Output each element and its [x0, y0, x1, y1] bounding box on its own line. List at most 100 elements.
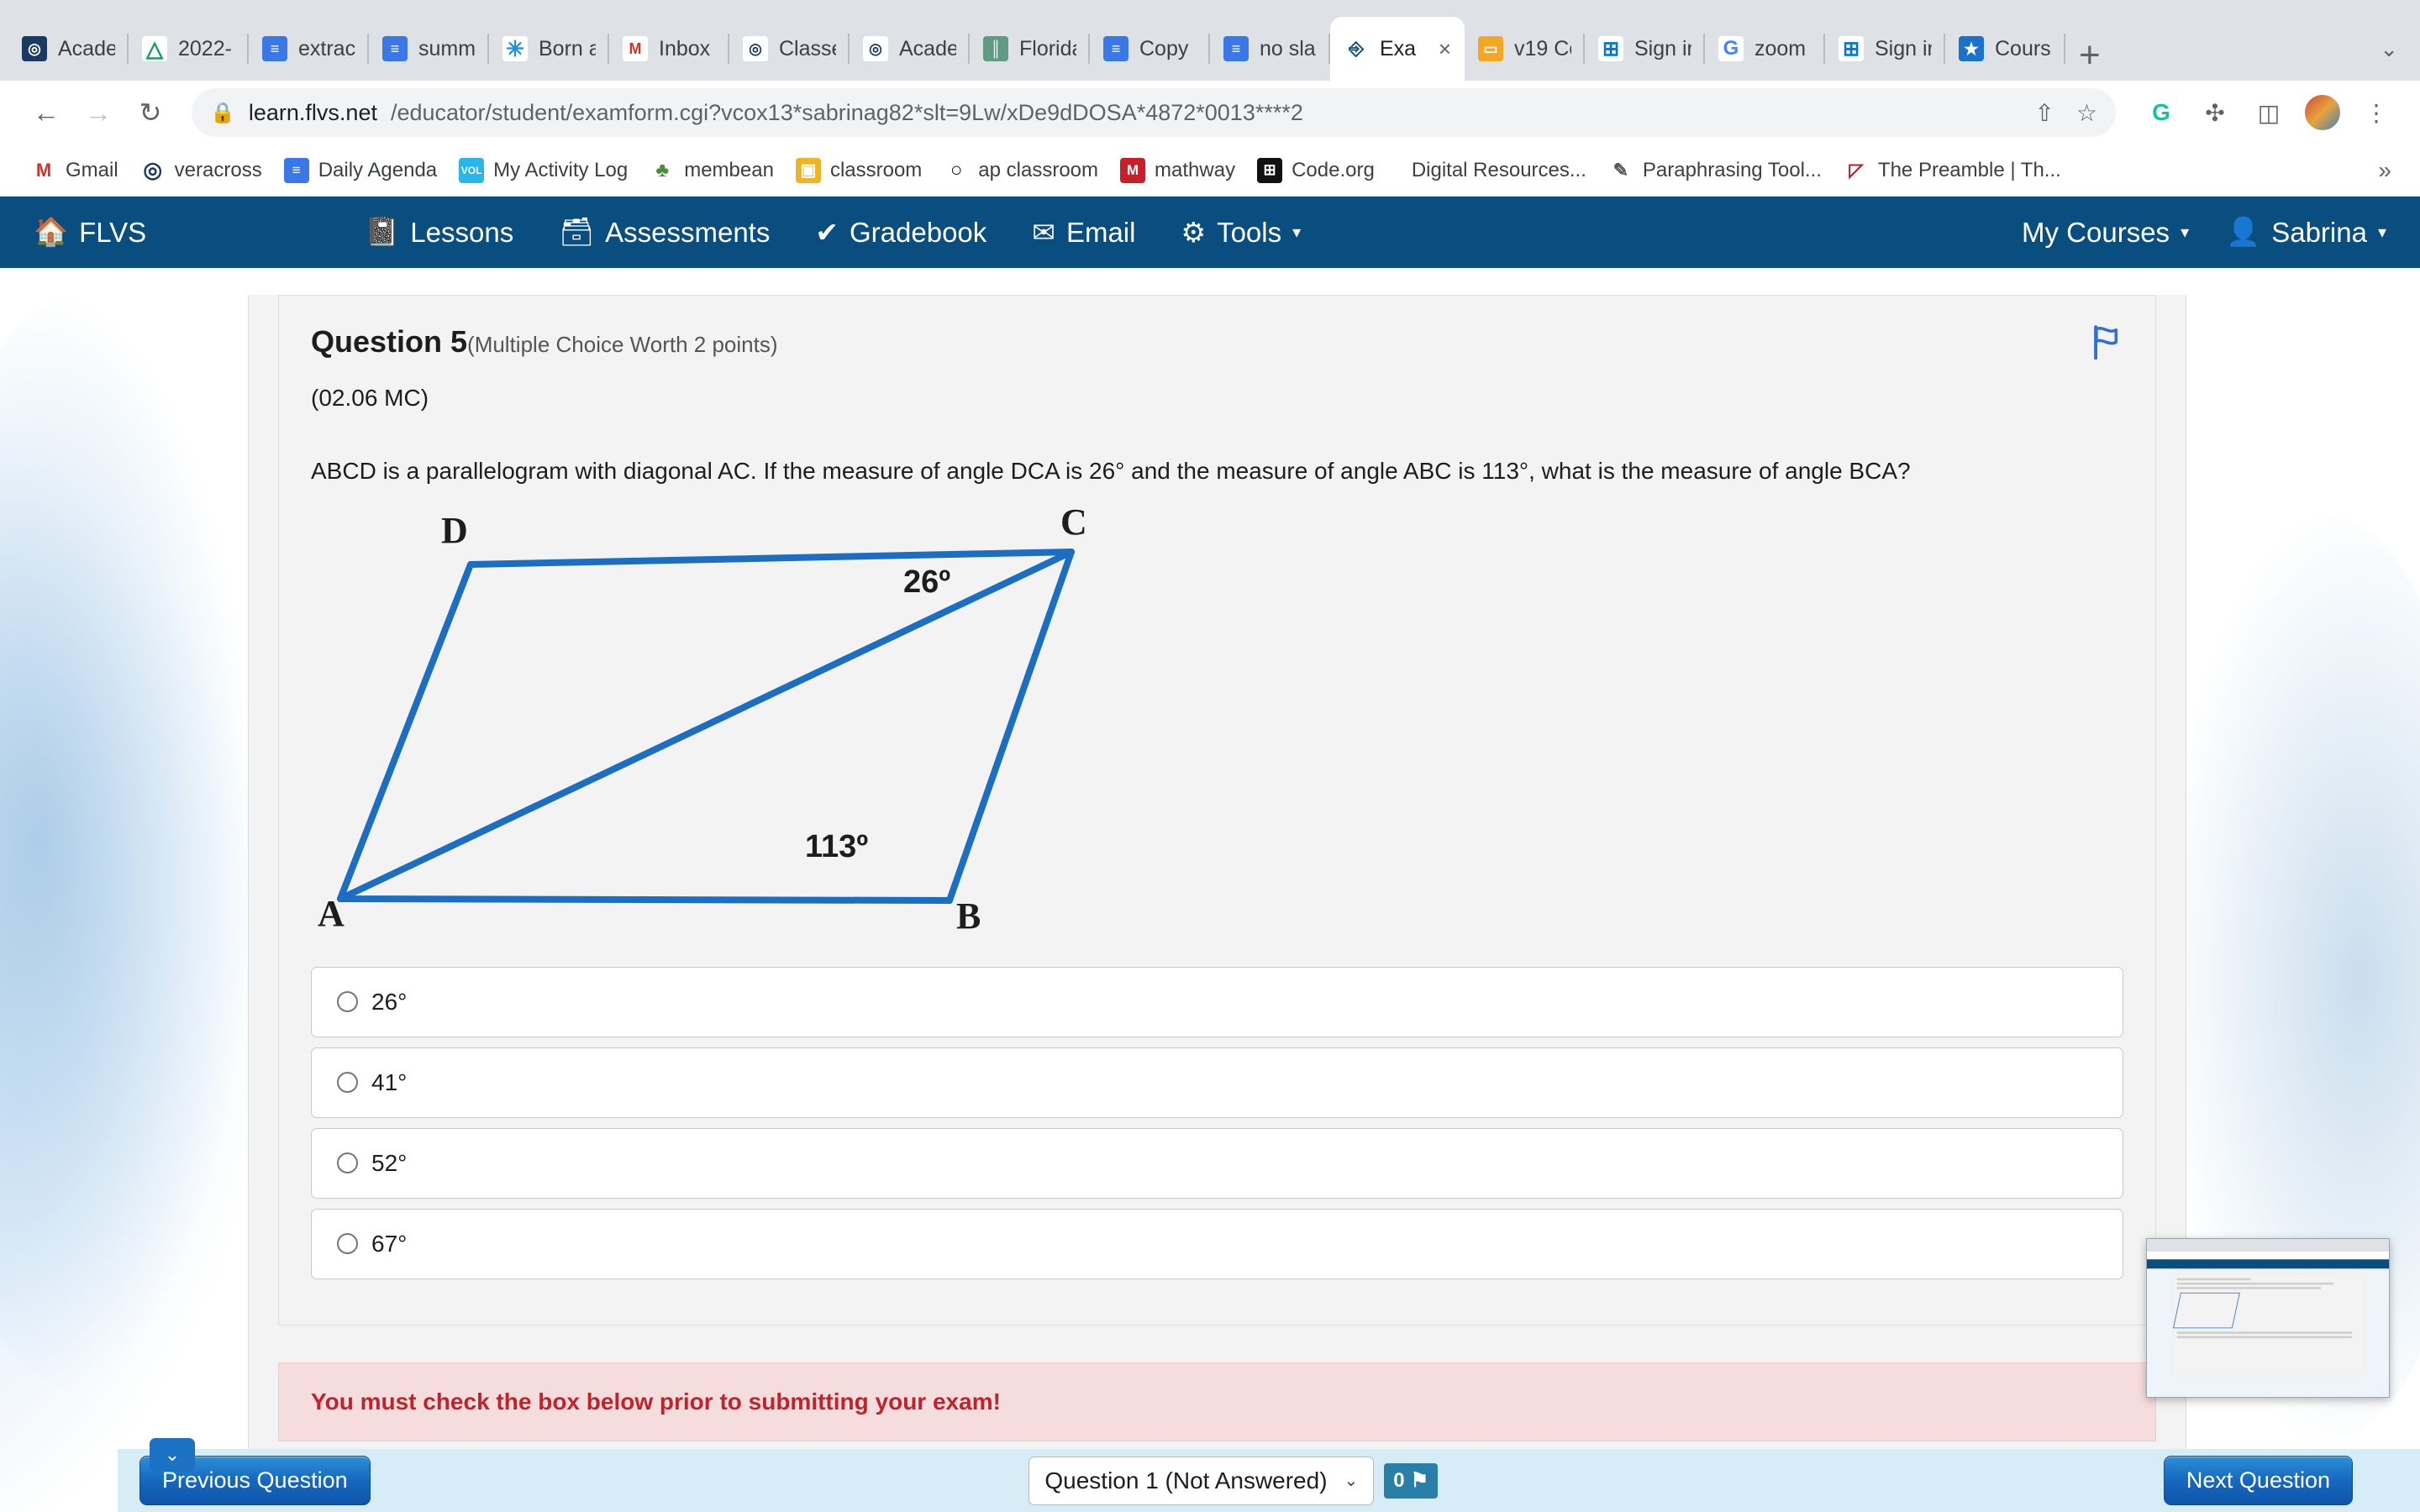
next-question-button[interactable]: Next Question: [2163, 1456, 2353, 1505]
question-select[interactable]: Question 1 (Not Answered) ⌄: [1028, 1456, 1375, 1505]
tab-label: zoom: [1754, 36, 1807, 60]
tab-label: no slai: [1260, 36, 1317, 60]
extensions-icon[interactable]: ✣: [2191, 89, 2238, 136]
radio-button[interactable]: [337, 1233, 358, 1255]
bookmark-item[interactable]: ≡ Daily Agenda: [273, 152, 448, 189]
picture-in-picture-thumbnail[interactable]: [2146, 1238, 2390, 1398]
preamble-icon: ◸: [1843, 157, 1869, 183]
forward-button[interactable]: →: [72, 87, 124, 139]
new-tab-button[interactable]: +: [2079, 37, 2101, 74]
nav-label: Lessons: [410, 216, 514, 248]
tab-label: Sign in: [1875, 36, 1932, 60]
option-label: 52°: [371, 1149, 408, 1176]
question-box: Question 5(Multiple Choice Worth 2 point…: [278, 295, 2156, 1326]
bookmark-star-icon[interactable]: ☆: [2076, 99, 2097, 127]
tab-label: Copy: [1139, 36, 1189, 60]
address-bar[interactable]: 🔒 learn.flvs.net/educator/student/examfo…: [192, 88, 2116, 137]
option-label: 67°: [371, 1230, 408, 1257]
bookmark-item[interactable]: ♣ membean: [639, 152, 785, 189]
bookmark-item[interactable]: ▣ classroom: [785, 152, 933, 189]
browser-tab[interactable]: ⊞ Sign in: [1585, 17, 1705, 81]
nav-item-assessments[interactable]: 🗃 Assessments: [559, 216, 770, 249]
avatar[interactable]: [2299, 89, 2346, 136]
question-text: ABCD is a parallelogram with diagonal AC…: [311, 458, 1911, 484]
nav-item-email[interactable]: ✉ Email: [1032, 216, 1135, 249]
bookmark-item[interactable]: ⊞ Code.org: [1246, 152, 1386, 189]
close-icon[interactable]: ×: [1439, 38, 1451, 60]
browser-tab[interactable]: ✳ Born a: [489, 17, 609, 81]
scroll-down-button[interactable]: ⌄: [150, 1438, 195, 1472]
browser-tab[interactable]: ◎ Classe: [729, 17, 850, 81]
browser-tab[interactable]: ≡ extrac: [249, 17, 369, 81]
nav-item-user-menu[interactable]: 👤 Sabrina ▾: [2226, 216, 2386, 249]
bookmark-item[interactable]: VOL My Activity Log: [448, 152, 639, 189]
flvs-home-link[interactable]: 🏠 FLVS: [34, 216, 146, 249]
flag-icon[interactable]: [2090, 324, 2123, 365]
browser-tab[interactable]: ◎ Acade: [850, 17, 970, 81]
bookmark-item[interactable]: ✎ Paraphrasing Tool...: [1597, 152, 1833, 189]
browser-tab[interactable]: △ 2022-: [129, 17, 249, 81]
flag-count-badge[interactable]: 0 ⚑: [1384, 1462, 1439, 1499]
answer-option[interactable]: 52°: [311, 1127, 2123, 1199]
bookmark-item[interactable]: M Gmail: [20, 152, 129, 189]
bookmark-item[interactable]: ◎ veracross: [129, 152, 273, 189]
bookmark-item[interactable]: Digital Resources...: [1401, 153, 1597, 188]
answer-options: 26° 41° 52° 67°: [311, 966, 2123, 1279]
answer-option[interactable]: 41°: [311, 1047, 2123, 1118]
vertex-label-c: C: [1060, 506, 1087, 543]
reload-button[interactable]: ↻: [124, 87, 176, 139]
bookmark-label: Paraphrasing Tool...: [1642, 158, 1822, 181]
bookmark-label: veracross: [174, 158, 262, 181]
side-panel-icon[interactable]: ◫: [2245, 89, 2292, 136]
page-content: 🏠 FLVS 📓 Lessons 🗃 Assessments ✔ Gradebo…: [0, 197, 2420, 1512]
browser-tab[interactable]: M Inbox: [609, 17, 729, 81]
brand-label: FLVS: [79, 216, 147, 248]
pip-navbar: [2147, 1259, 2389, 1269]
browser-tab[interactable]: ≡ no slai: [1210, 17, 1330, 81]
nav-item-my-courses[interactable]: My Courses ▾: [2022, 217, 2189, 249]
back-button[interactable]: ←: [20, 87, 72, 139]
nav-label: Tools: [1217, 216, 1282, 248]
tab-label: 2022-: [178, 36, 232, 60]
bookmark-label: membean: [684, 158, 774, 181]
browser-tab[interactable]: ▭ v19 Co: [1465, 17, 1585, 81]
tabstrip-menu-icon[interactable]: ⌄: [2380, 36, 2420, 81]
browser-tab[interactable]: G zoom: [1705, 17, 1825, 81]
bookmark-item[interactable]: ○ ap classroom: [933, 152, 1109, 189]
veracross-icon: ◎: [139, 157, 166, 183]
share-icon[interactable]: ⇧: [2034, 99, 2054, 127]
google-docs-icon: ≡: [382, 36, 408, 61]
browser-tab-active[interactable]: ⎆ Exa ×: [1330, 17, 1465, 81]
ap-classroom-icon: ○: [944, 157, 970, 183]
browser-tab[interactable]: ◎ Acade: [8, 17, 129, 81]
grammarly-extension-icon[interactable]: G: [2138, 89, 2185, 136]
radio-button[interactable]: [337, 1072, 358, 1094]
tab-label: summ: [418, 36, 476, 60]
chart-icon: ║: [983, 36, 1008, 61]
browser-tab[interactable]: ≡ summ: [369, 17, 489, 81]
wikipedia-star-icon: ✳: [502, 36, 528, 61]
bookmark-item[interactable]: ◸ The Preamble | Th...: [1833, 152, 2072, 189]
pip-body: [2147, 1268, 2389, 1397]
exam-navigation-bar: Previous Question Question 1 (Not Answer…: [118, 1449, 2420, 1512]
browser-menu-icon[interactable]: ⋮: [2353, 89, 2400, 136]
submit-warning-alert: You must check the box below prior to su…: [278, 1362, 2156, 1441]
browser-tab[interactable]: ⊞ Sign in: [1825, 17, 1945, 81]
browser-tab[interactable]: ≡ Copy: [1090, 17, 1210, 81]
nav-item-gradebook[interactable]: ✔ Gradebook: [815, 216, 986, 249]
answer-option[interactable]: 26°: [311, 966, 2123, 1037]
browser-tab[interactable]: ║ Florida: [970, 17, 1090, 81]
radio-button[interactable]: [337, 991, 358, 1013]
chevron-down-icon: ▾: [2377, 223, 2386, 242]
answer-option[interactable]: 67°: [311, 1208, 2123, 1279]
chevron-down-icon: ⌄: [1344, 1472, 1359, 1490]
browser-tab[interactable]: ★ Cours: [1945, 17, 2065, 81]
note-icon: ▭: [1478, 36, 1503, 61]
radio-button[interactable]: [337, 1152, 358, 1174]
nav-item-tools[interactable]: ⚙ Tools ▾: [1181, 216, 1301, 249]
bookmarks-overflow-icon[interactable]: »: [2378, 157, 2400, 184]
nav-item-lessons[interactable]: 📓 Lessons: [365, 216, 513, 249]
bookmark-item[interactable]: M mathway: [1109, 152, 1246, 189]
chevron-down-icon: ▾: [2181, 223, 2190, 242]
microsoft-icon: ⊞: [1598, 36, 1623, 61]
